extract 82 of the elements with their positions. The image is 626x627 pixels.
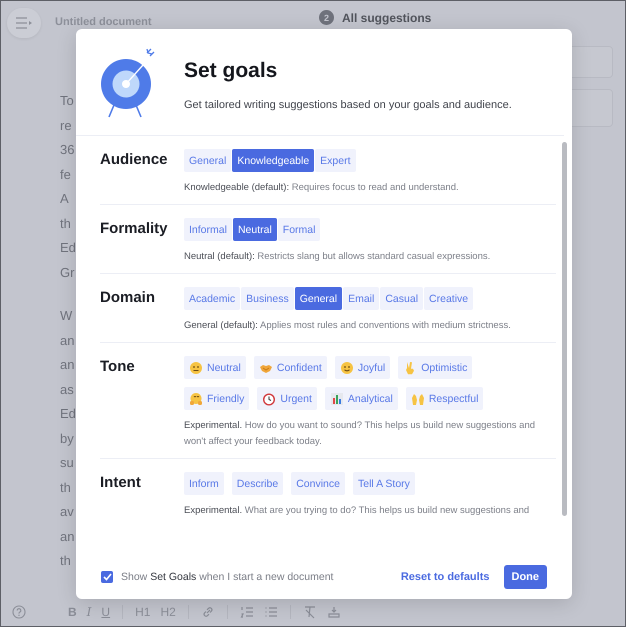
option-chip[interactable]: Inform xyxy=(184,472,224,495)
document-text-line: by xyxy=(60,430,75,448)
option-tab[interactable]: Informal xyxy=(184,218,232,241)
section-label: Domain xyxy=(100,288,156,308)
document-text-line: re xyxy=(60,116,73,134)
option-chip[interactable]: Describe xyxy=(232,472,284,495)
section-description: Neutral (default): Restricts slang but allows standard casual expressions. xyxy=(184,250,492,264)
document-text-line: su xyxy=(60,454,75,472)
option-tab[interactable]: Business xyxy=(241,287,294,310)
option-chip[interactable]: Urgent xyxy=(257,387,317,410)
option-tab[interactable]: Email xyxy=(343,287,380,310)
done-button[interactable]: Done xyxy=(504,565,547,589)
document-text-line: th xyxy=(60,478,72,496)
document-text-line: Ed xyxy=(60,405,76,423)
checkbox[interactable] xyxy=(101,571,113,583)
dialog-title: Set goals xyxy=(184,59,278,83)
dialog-subtitle: Get tailored writing suggestions based on your goals and audience. xyxy=(184,99,512,111)
document-text-line: Ed xyxy=(60,239,76,257)
option-chip[interactable]: Convince xyxy=(291,472,345,495)
section-label: Intent xyxy=(100,473,142,493)
option-chip[interactable]: Optimistic xyxy=(398,356,472,379)
option-tab[interactable]: Academic xyxy=(184,287,240,310)
section-label: Audience xyxy=(100,150,169,170)
document-text-line: th xyxy=(60,214,72,232)
scrollbar-thumb[interactable] xyxy=(562,142,567,516)
section-label: Formality xyxy=(100,219,169,239)
option-chip[interactable]: Confident xyxy=(254,356,327,379)
smile-icon xyxy=(340,360,354,374)
heading-button[interactable]: H2 xyxy=(160,605,176,619)
option-tab[interactable]: General xyxy=(184,149,232,172)
clear-format-icon[interactable] xyxy=(302,605,317,619)
bar-chart-icon xyxy=(330,392,344,406)
face-icon xyxy=(189,360,203,374)
reset-link[interactable]: Reset to defaults xyxy=(400,571,490,583)
bold-button[interactable]: B xyxy=(68,605,77,619)
checkbox-label: Show Set Goals when I start a new document xyxy=(121,571,334,583)
document-text-line: av xyxy=(60,503,75,521)
document-text-line: an xyxy=(60,356,76,374)
option-chip[interactable]: Neutral xyxy=(184,356,246,379)
option-tab[interactable]: Casual xyxy=(380,287,424,310)
help-icon[interactable] xyxy=(12,605,26,619)
option-tab[interactable]: Knowledgeable xyxy=(232,149,314,172)
document-text-line: W xyxy=(60,307,74,325)
document-text-line: 36 xyxy=(60,141,76,159)
underline-button[interactable]: U xyxy=(101,605,110,619)
section-description: Experimental. What are you trying to do? This helps us build new suggestions and xyxy=(184,504,530,518)
option-tab[interactable]: Creative xyxy=(424,287,474,310)
option-tab[interactable]: General xyxy=(294,287,342,310)
section-label: Tone xyxy=(100,357,136,377)
document-text-line: A xyxy=(60,190,70,208)
document-text-line: th xyxy=(60,552,72,570)
section-description: Knowledgeable (default): Requires focus to read and understand. xyxy=(184,181,460,195)
bullet-list-icon[interactable] xyxy=(264,605,278,619)
suggestion-count: 2 xyxy=(319,10,334,25)
italic-button[interactable]: I xyxy=(86,605,92,619)
option-tab[interactable]: Neutral xyxy=(232,218,277,241)
document-text-line: an xyxy=(60,528,76,546)
document-text-line: as xyxy=(60,380,75,398)
suggestions-label: All suggestions xyxy=(342,10,432,24)
menu-button[interactable] xyxy=(7,8,41,38)
option-tab[interactable]: Formal xyxy=(278,218,320,241)
checkmark-icon xyxy=(102,573,112,581)
menu-icon xyxy=(15,17,33,29)
document-text-line: To xyxy=(60,92,75,110)
option-chip[interactable]: Respectful xyxy=(406,387,484,410)
link-icon[interactable] xyxy=(200,605,215,619)
section-description: General (default): Applies most rules and conventions with medium strictness. xyxy=(184,319,512,333)
section-description: Experimental. How do you want to sound? This helps us build new suggestions and won't affect your feedback today. xyxy=(184,419,536,449)
document-text-line: fe xyxy=(60,166,72,184)
option-chip[interactable]: Joyful xyxy=(334,356,390,379)
option-chip[interactable]: Friendly xyxy=(184,387,250,410)
option-chip[interactable]: Tell A Story xyxy=(352,472,415,495)
raised-hands-icon xyxy=(410,392,425,406)
option-tab[interactable]: Expert xyxy=(315,149,356,172)
document-text-line: an xyxy=(60,332,76,350)
alarm-clock-icon xyxy=(262,392,276,406)
option-chip[interactable]: Analytical xyxy=(324,387,398,410)
tray-icon[interactable] xyxy=(326,605,341,619)
hug-icon xyxy=(189,392,203,406)
heading-button[interactable]: H1 xyxy=(135,605,150,619)
numbered-list-icon[interactable] xyxy=(240,605,254,619)
document-text-line: Gr xyxy=(60,264,76,282)
